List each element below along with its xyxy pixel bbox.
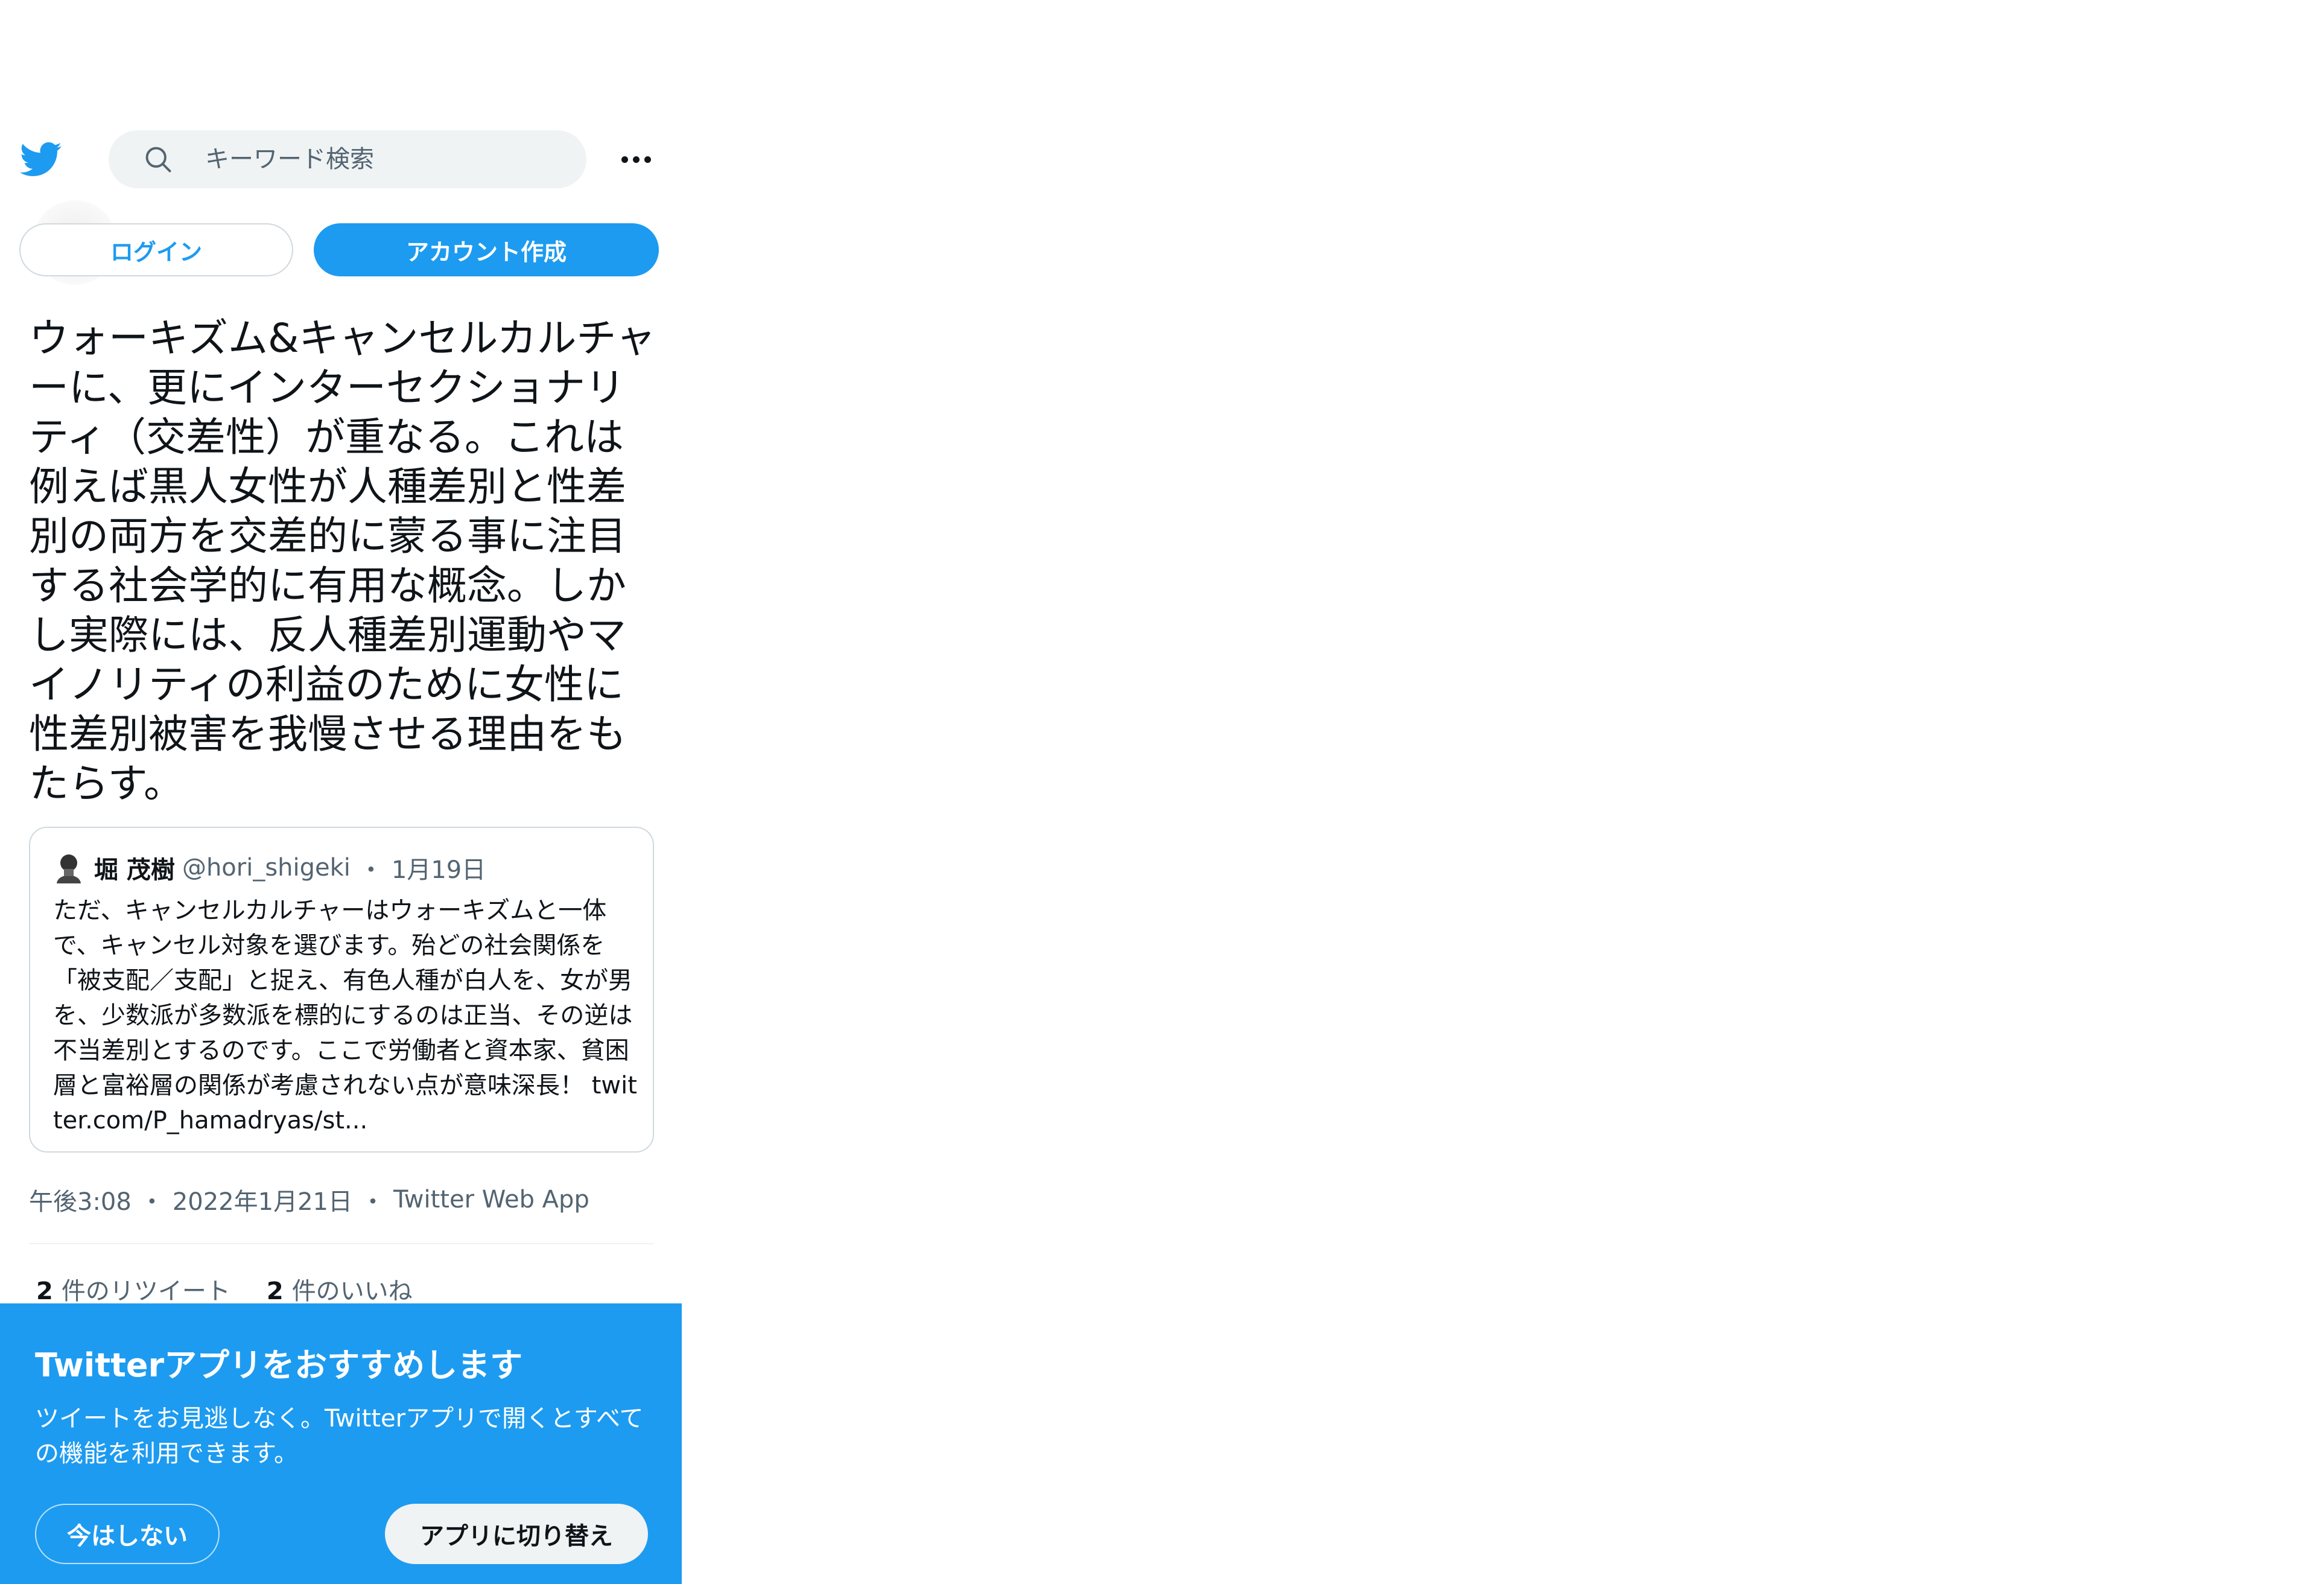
avatar: [53, 852, 84, 883]
separator: ・: [358, 856, 383, 884]
quoted-tweet-header: 堀 茂樹 @hori_shigeki ・ 1月19日: [53, 850, 486, 886]
like-label: 件のいいね: [291, 1277, 413, 1305]
banner-title: Twitterアプリをおすすめします: [35, 1346, 523, 1384]
retweet-label: 件のリツイート: [61, 1277, 230, 1305]
search-icon: [142, 144, 174, 175]
quoted-author-name[interactable]: 堀 茂樹: [94, 850, 175, 885]
tweet-source[interactable]: Twitter Web App: [393, 1186, 589, 1213]
banner-body: ツイートをお見逃しなく。Twitterアプリで開くとすべての機能を利用できます。: [35, 1405, 644, 1468]
more-icon[interactable]: [615, 141, 656, 177]
search-input[interactable]: [205, 130, 567, 188]
divider: [29, 1243, 654, 1244]
tweet-stats: 2 件のリツイート 2 件のいいね: [36, 1271, 413, 1307]
separator: ・: [360, 1188, 385, 1216]
quoted-tweet-date[interactable]: 1月19日: [392, 850, 486, 885]
tweet-date[interactable]: 2022年1月21日: [173, 1182, 352, 1217]
quoted-tweet[interactable]: 堀 茂樹 @hori_shigeki ・ 1月19日 ただ、キャンセルカルチャー…: [29, 827, 654, 1153]
like-count: 2: [266, 1277, 284, 1305]
tweet-text: ウォーキズム&キャンセルカルチャーに、更にインターセクショナリティ（交差性）が重…: [29, 315, 656, 807]
tweet-meta: 午後3:08 ・ 2022年1月21日 ・ Twitter Web App: [29, 1182, 589, 1218]
app-promo-banner: Twitterアプリをおすすめします ツイートをお見逃しなく。Twitterアプ…: [0, 1303, 682, 1584]
switch-to-app-button[interactable]: アプリに切り替え: [385, 1504, 648, 1564]
retweet-count: 2: [36, 1277, 53, 1305]
signup-button[interactable]: アカウント作成: [314, 223, 659, 276]
not-now-button[interactable]: 今はしない: [35, 1504, 220, 1564]
quoted-tweet-text: ただ、キャンセルカルチャーはウォーキズムと一体で、キャンセル対象を選びます。殆ど…: [53, 897, 637, 1134]
like-stat[interactable]: 2 件のいいね: [267, 1271, 413, 1306]
separator: ・: [139, 1188, 164, 1216]
quoted-author-handle[interactable]: @hori_shigeki: [182, 854, 351, 882]
search-bar[interactable]: [109, 130, 586, 188]
twitter-logo-icon[interactable]: [18, 138, 64, 180]
tweet-time[interactable]: 午後3:08: [29, 1182, 132, 1217]
login-button[interactable]: ログイン: [19, 223, 293, 276]
retweet-stat[interactable]: 2 件のリツイート: [36, 1271, 230, 1306]
